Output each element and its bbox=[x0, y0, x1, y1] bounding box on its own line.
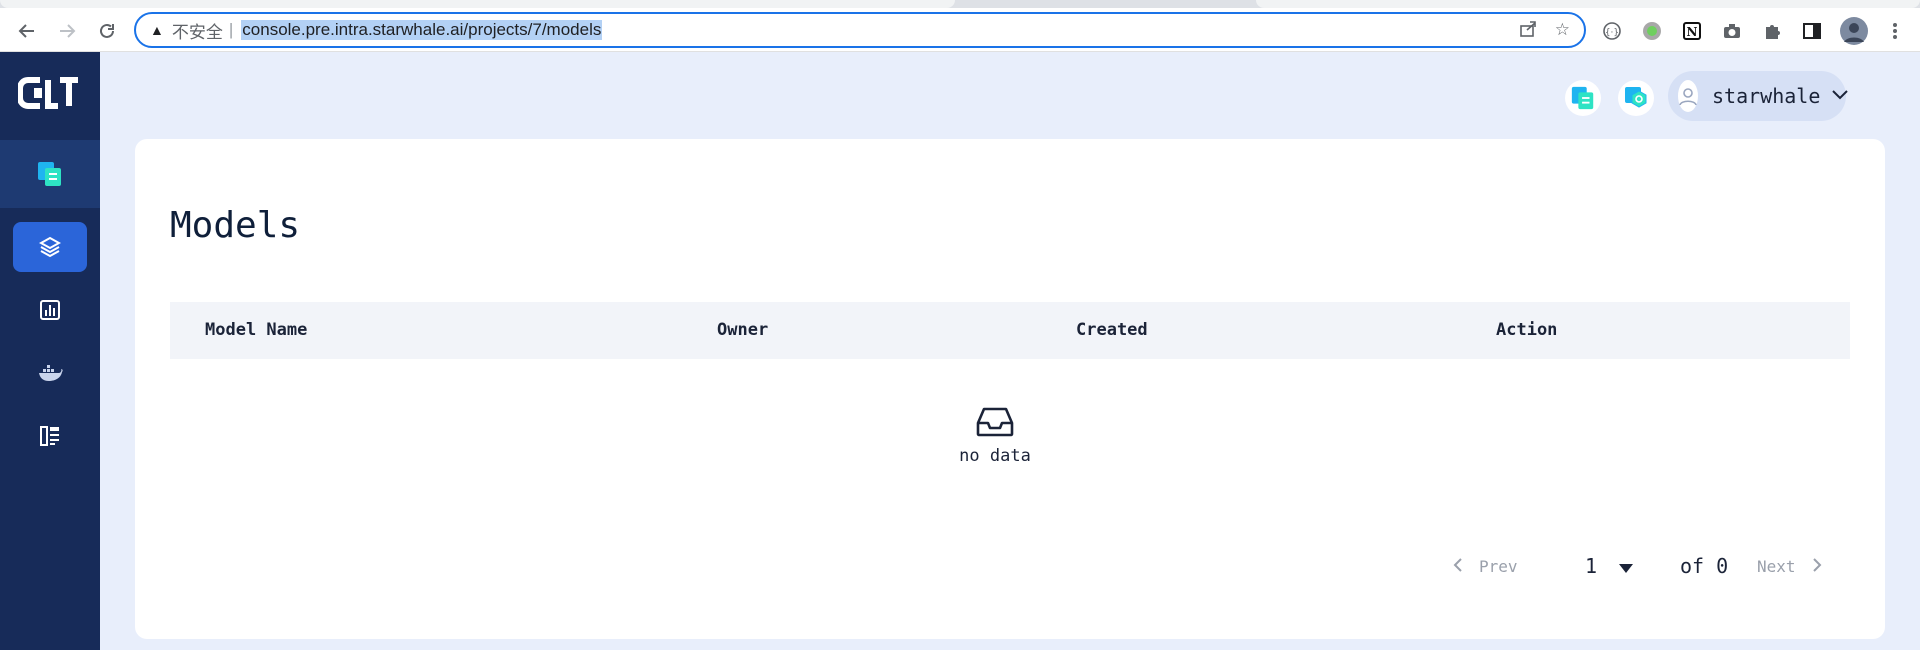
avatar[interactable] bbox=[1678, 80, 1698, 112]
profile-icon[interactable] bbox=[1840, 17, 1868, 45]
user-menu[interactable]: starwhale bbox=[1668, 71, 1849, 121]
prev-page-button[interactable]: Prev bbox=[1453, 551, 1518, 581]
caret-down-icon[interactable] bbox=[1619, 554, 1634, 578]
svg-text:{·}: {·} bbox=[1605, 28, 1619, 38]
warning-icon[interactable]: ▲ bbox=[150, 22, 164, 38]
page-select[interactable]: 1 bbox=[1585, 551, 1634, 581]
url-text[interactable]: console.pre.intra.starwhale.ai/projects/… bbox=[241, 20, 603, 40]
prev-label: Prev bbox=[1479, 556, 1518, 576]
next-label: Next bbox=[1757, 556, 1796, 576]
extension-icon[interactable]: N bbox=[1681, 20, 1703, 42]
models-card: Models Model Name Owner Created Action n… bbox=[135, 139, 1885, 639]
username[interactable]: starwhale bbox=[1712, 84, 1820, 108]
next-page-button[interactable]: Next bbox=[1757, 551, 1822, 581]
column-header-action[interactable]: Action bbox=[1496, 302, 1557, 359]
star-icon[interactable]: ☆ bbox=[1555, 20, 1570, 43]
sidepanel-icon[interactable] bbox=[1801, 20, 1823, 42]
back-icon[interactable] bbox=[14, 18, 40, 44]
evaluation-icon[interactable] bbox=[0, 276, 100, 344]
column-header-model-name[interactable]: Model Name bbox=[205, 302, 307, 359]
browser-toolbar: ▲ 不安全 | console.pre.intra.starwhale.ai/p… bbox=[0, 8, 1920, 52]
forward-icon[interactable] bbox=[54, 18, 80, 44]
settings-hex-icon[interactable] bbox=[1618, 80, 1654, 116]
models-icon[interactable] bbox=[13, 222, 87, 272]
browser-tabstrip bbox=[0, 0, 1920, 8]
runtime-icon[interactable] bbox=[0, 339, 100, 407]
inbox-icon bbox=[976, 407, 1014, 441]
puzzle-icon[interactable] bbox=[1761, 20, 1783, 42]
separator: | bbox=[228, 20, 234, 39]
column-header-created[interactable]: Created bbox=[1076, 302, 1148, 359]
datasets-icon[interactable] bbox=[0, 402, 100, 470]
chevron-down-icon[interactable] bbox=[1832, 87, 1849, 105]
empty-state: no data bbox=[945, 407, 1045, 466]
current-page[interactable]: 1 bbox=[1585, 554, 1597, 578]
chevron-left-icon bbox=[1453, 557, 1463, 576]
page-title: Models bbox=[170, 205, 301, 246]
share-icon[interactable] bbox=[1519, 20, 1537, 43]
starwhale-logo[interactable] bbox=[17, 74, 82, 114]
project-icon[interactable] bbox=[0, 140, 100, 208]
svg-text:N: N bbox=[1687, 25, 1698, 39]
page-total: of 0 bbox=[1680, 554, 1729, 578]
extension-icon[interactable]: {·} bbox=[1601, 20, 1623, 42]
menu-icon[interactable] bbox=[1884, 20, 1906, 42]
address-bar[interactable]: ▲ 不安全 | console.pre.intra.starwhale.ai/p… bbox=[134, 12, 1586, 48]
extension-icon[interactable] bbox=[1641, 20, 1663, 42]
column-header-owner[interactable]: Owner bbox=[717, 302, 768, 359]
project-switch-icon[interactable] bbox=[1565, 80, 1601, 116]
browser-tab[interactable] bbox=[0, 0, 955, 8]
browser-tab[interactable] bbox=[1256, 0, 1920, 8]
extension-icon[interactable] bbox=[1721, 20, 1743, 42]
chevron-right-icon bbox=[1812, 557, 1822, 576]
table-header: Model Name Owner Created Action bbox=[170, 302, 1850, 359]
empty-text: no data bbox=[959, 446, 1031, 466]
reload-icon[interactable] bbox=[94, 18, 120, 44]
sidebar bbox=[0, 52, 100, 650]
nav-models[interactable] bbox=[0, 222, 100, 272]
insecure-label[interactable]: 不安全 bbox=[172, 18, 223, 43]
